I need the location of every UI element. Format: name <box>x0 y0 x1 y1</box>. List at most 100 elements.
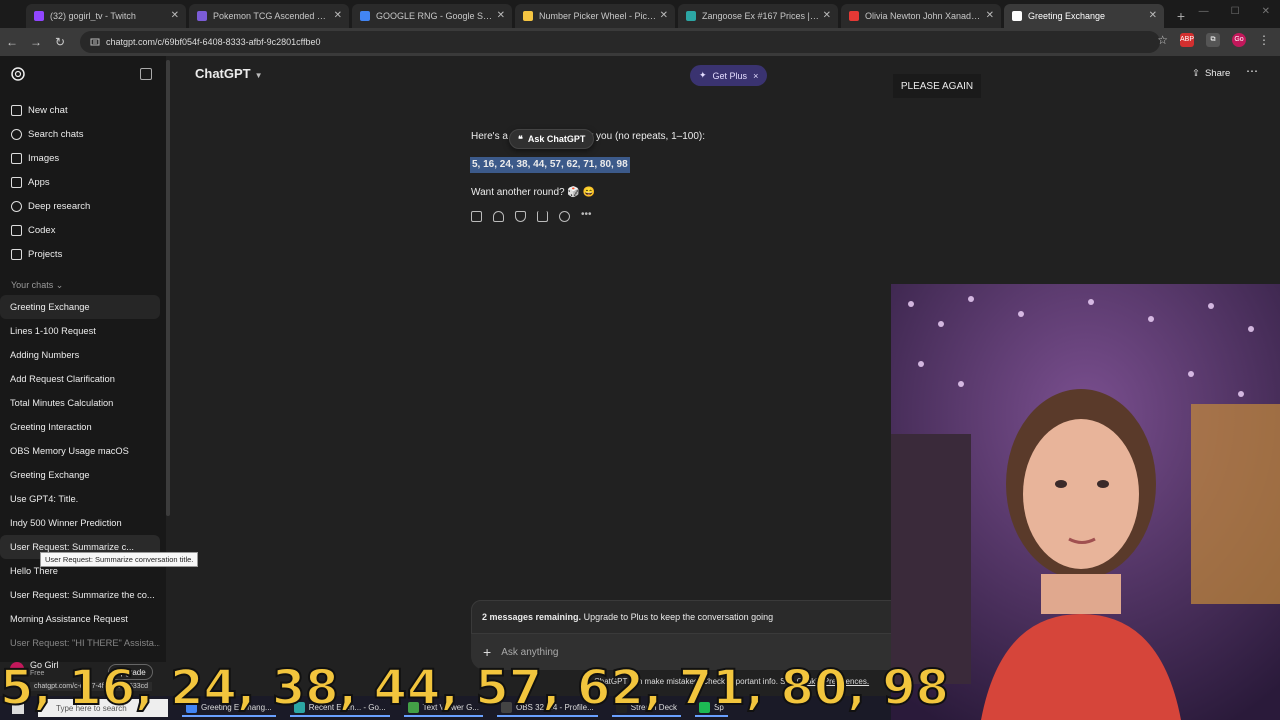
extension-abp-icon[interactable]: ABP <box>1180 33 1194 47</box>
tab-favicon-icon <box>849 11 859 21</box>
limit-banner: 2 messages remaining. Upgrade to Plus to… <box>471 600 911 634</box>
more-options-icon[interactable]: ⋯ <box>1246 64 1258 78</box>
close-icon[interactable]: × <box>753 71 758 81</box>
maximize-icon[interactable]: ☐ <box>1231 6 1240 17</box>
sidebar-nav-item[interactable]: Search chats <box>0 122 166 146</box>
extensions-puzzle-icon[interactable]: ⧉ <box>1206 33 1220 47</box>
browser-tab[interactable]: Olivia Newton John Xanadu Or ✕ <box>841 4 1001 28</box>
chat-list-item[interactable]: Indy 500 Winner Prediction <box>0 511 160 535</box>
browser-tab[interactable]: Greeting Exchange ✕ <box>1004 4 1164 28</box>
chat-list-item[interactable]: OBS Memory Usage macOS <box>0 439 160 463</box>
chat-list-item[interactable]: Use GPT4: Title. <box>0 487 160 511</box>
tab-close-icon[interactable]: ✕ <box>986 10 994 21</box>
tab-close-icon[interactable]: ✕ <box>334 10 342 21</box>
url-field[interactable]: chatgpt.com/c/69bf054f-6408-8333-afbf-9c… <box>80 31 1160 53</box>
sidebar-scrollbar[interactable] <box>166 60 170 516</box>
chat-history-list: Greeting Exchange Lines 1-100 Request Addi… <box>0 295 166 655</box>
followup-text: Want another round? 🎲 😄 <box>471 187 596 198</box>
tab-label: GOOGLE RNG - Google Search <box>376 11 494 21</box>
chat-list-item[interactable]: Adding Numbers <box>0 343 160 367</box>
tab-favicon-icon <box>197 11 207 21</box>
sidebar-nav-label: New chat <box>28 104 68 116</box>
sidebar-nav-item[interactable]: Apps <box>0 170 166 194</box>
address-bar-row: ← → ↻ chatgpt.com/c/69bf054f-6408-8333-a… <box>0 28 1280 56</box>
profile-avatar-icon[interactable]: Go <box>1232 33 1246 47</box>
browser-tab[interactable]: Pokemon TCG Ascended Heroe ✕ <box>189 4 349 28</box>
more-actions-icon[interactable]: ••• <box>581 210 592 222</box>
your-chats-header[interactable]: Your chats ⌄ <box>11 280 63 291</box>
chat-list-item[interactable]: User Request: "HI THERE" Assista... <box>0 631 160 655</box>
browser-tab[interactable]: (32) gogirl_tv - Twitch ✕ <box>26 4 186 28</box>
browser-tab[interactable]: Zangoose Ex #167 Prices | Poke ✕ <box>678 4 838 28</box>
edit-icon <box>11 104 22 116</box>
sidebar-nav-item[interactable]: Deep research <box>0 194 166 218</box>
ask-chatgpt-button[interactable]: ❝ Ask ChatGPT <box>509 129 595 149</box>
banner-bold: 2 messages remaining. <box>482 612 582 622</box>
tab-favicon-icon <box>1012 11 1022 21</box>
thumbs-up-icon[interactable] <box>493 211 504 222</box>
new-tab-icon[interactable]: + <box>1171 6 1191 26</box>
plus-icon[interactable]: + <box>483 644 491 660</box>
chat-list-item[interactable]: Total Minutes Calculation <box>0 391 160 415</box>
share-message-icon[interactable] <box>537 211 548 222</box>
stream-numbers-overlay: 5, 16, 24, 38, 44, 57, 62, 71, 80, 98 <box>0 659 950 717</box>
bookmark-star-icon[interactable]: ☆ <box>1157 33 1168 47</box>
tab-close-icon[interactable]: ✕ <box>660 10 668 21</box>
chevron-down-icon: ⌄ <box>55 280 64 290</box>
reload-icon[interactable]: ↻ <box>48 35 72 49</box>
tab-label: Zangoose Ex #167 Prices | Poke <box>702 11 820 21</box>
tab-close-icon[interactable]: ✕ <box>1149 10 1157 21</box>
window-controls: — ☐ ✕ <box>1199 6 1270 17</box>
sidebar-nav-item[interactable]: Codex <box>0 218 166 242</box>
browser-tab[interactable]: GOOGLE RNG - Google Search ✕ <box>352 4 512 28</box>
webcam-overlay <box>891 284 1280 720</box>
sidebar-toggle-icon[interactable] <box>140 68 152 80</box>
tab-label: Pokemon TCG Ascended Heroe <box>213 11 331 21</box>
tab-close-icon[interactable]: ✕ <box>823 10 831 21</box>
chat-list-item[interactable]: Add Request Clarification <box>0 367 160 391</box>
get-plus-label: Get Plus <box>712 70 748 81</box>
chat-list-item[interactable]: Greeting Interaction <box>0 415 160 439</box>
model-selector[interactable]: ChatGPT ▼ <box>195 66 263 81</box>
browser-menu-icon[interactable]: ⋮ <box>1258 33 1270 47</box>
tab-label: Olivia Newton John Xanadu Or <box>865 11 983 21</box>
forward-icon[interactable]: → <box>24 35 48 49</box>
share-icon: ⇪ <box>1192 68 1200 79</box>
sidebar-nav-label: Codex <box>28 224 56 236</box>
sidebar-nav-label: Search chats <box>28 128 84 140</box>
site-info-icon[interactable] <box>90 37 100 47</box>
regenerate-icon[interactable] <box>559 211 570 222</box>
chat-title-tooltip: User Request: Summarize conversation tit… <box>40 552 199 567</box>
back-icon[interactable]: ← <box>0 35 24 49</box>
tab-close-icon[interactable]: ✕ <box>497 10 505 21</box>
sidebar-nav-item[interactable]: Images <box>0 146 166 170</box>
chat-list-item[interactable]: Greeting Exchange <box>0 295 160 319</box>
telescope-icon <box>11 200 22 212</box>
tab-favicon-icon <box>523 11 533 21</box>
get-plus-button[interactable]: ✦ Get Plus × <box>690 65 768 86</box>
close-window-icon[interactable]: ✕ <box>1262 6 1270 17</box>
sidebar: New chat Search chats Images Apps Deep resea… <box>0 56 166 662</box>
browser-tab[interactable]: Number Picker Wheel - Pick Ra ✕ <box>515 4 675 28</box>
search-icon <box>11 128 22 140</box>
section-label: Your chats <box>11 280 54 290</box>
minimize-icon[interactable]: — <box>1199 6 1209 17</box>
sidebar-nav-label: Projects <box>28 248 63 260</box>
share-button[interactable]: ⇪ Share <box>1192 68 1230 79</box>
tab-close-icon[interactable]: ✕ <box>171 10 179 21</box>
chatgpt-logo-icon[interactable] <box>10 66 26 82</box>
sparkle-icon: ✦ <box>699 70 707 80</box>
tab-favicon-icon <box>34 11 44 21</box>
tab-favicon-icon <box>360 11 370 21</box>
chat-list-item[interactable]: Greeting Exchange <box>0 463 160 487</box>
chat-list-item[interactable]: Morning Assistance Request <box>0 607 160 631</box>
message-actions: ••• <box>471 210 592 222</box>
intro-start: Here's a <box>471 131 508 142</box>
sidebar-nav-item[interactable]: Projects <box>0 242 166 266</box>
chat-list-item[interactable]: User Request: Summarize the co... <box>0 583 160 607</box>
tab-favicon-icon <box>686 11 696 21</box>
chat-list-item[interactable]: Lines 1-100 Request <box>0 319 160 343</box>
copy-icon[interactable] <box>471 211 482 222</box>
sidebar-nav-item[interactable]: New chat <box>0 98 166 122</box>
thumbs-down-icon[interactable] <box>515 211 526 222</box>
